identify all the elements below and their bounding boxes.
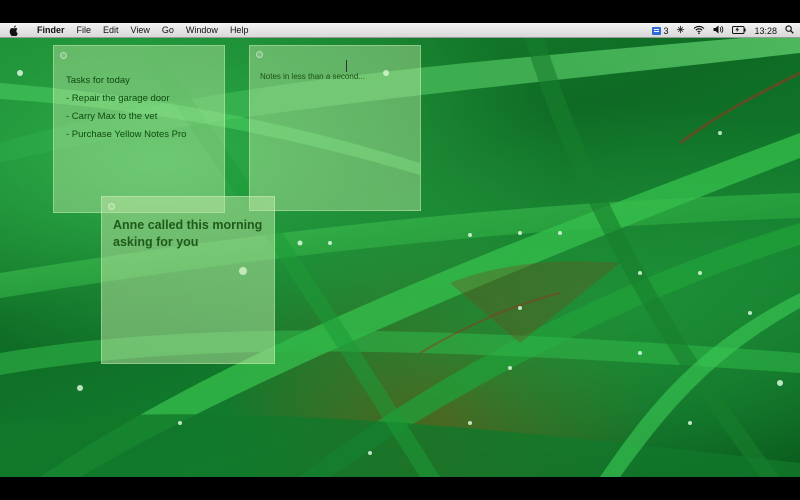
note-close-icon[interactable]	[60, 52, 67, 59]
battery-icon[interactable]	[732, 25, 747, 36]
note-line: - Repair the garage door	[66, 93, 170, 104]
note-line: Notes in less than a second...	[260, 72, 365, 81]
note-line: - Carry Max to the vet	[66, 111, 158, 122]
menu-file[interactable]: File	[71, 25, 98, 35]
note-line: Tasks for today	[66, 75, 130, 86]
notes-menu-icon	[652, 26, 662, 35]
clock[interactable]: 13:28	[754, 26, 777, 36]
menu-help[interactable]: Help	[224, 25, 255, 35]
note-line: asking for you	[113, 235, 199, 249]
letterbox-top	[0, 0, 800, 23]
spotlight-icon[interactable]	[785, 25, 794, 36]
text-cursor	[346, 60, 347, 72]
desktop[interactable]: Tasks for today - Repair the garage door…	[0, 23, 800, 477]
apple-icon[interactable]	[9, 24, 23, 36]
note-text[interactable]: Tasks for today - Repair the garage door…	[66, 72, 186, 144]
note-close-icon[interactable]	[108, 203, 115, 210]
note-line: - Purchase Yellow Notes Pro	[66, 129, 187, 140]
sticky-note-tasks[interactable]: Tasks for today - Repair the garage door…	[53, 45, 225, 213]
note-close-icon[interactable]	[256, 51, 263, 58]
menu-window[interactable]: Window	[180, 25, 224, 35]
note-line: Anne called this morning	[113, 218, 263, 232]
sticky-note-quick[interactable]: Notes in less than a second...	[249, 45, 421, 211]
wifi-icon[interactable]	[693, 25, 705, 36]
menu-finder[interactable]: Finder	[31, 25, 71, 35]
menu-view[interactable]: View	[125, 25, 156, 35]
bluetooth-icon[interactable]	[676, 25, 685, 36]
notes-count: 3	[663, 25, 669, 36]
note-text[interactable]: Anne called this morning asking for you	[113, 217, 273, 251]
sticky-note-anne[interactable]: Anne called this morning asking for you	[101, 196, 275, 364]
menubar: Finder File Edit View Go Window Help 3 1…	[0, 23, 800, 38]
menu-edit[interactable]: Edit	[97, 25, 125, 35]
notes-menu-extra[interactable]: 3	[652, 26, 668, 36]
volume-icon[interactable]	[713, 25, 724, 36]
note-text[interactable]: Notes in less than a second...	[260, 72, 365, 81]
menu-go[interactable]: Go	[156, 25, 180, 35]
status-area: 3 13:28	[652, 23, 794, 38]
letterbox-bottom	[0, 477, 800, 500]
